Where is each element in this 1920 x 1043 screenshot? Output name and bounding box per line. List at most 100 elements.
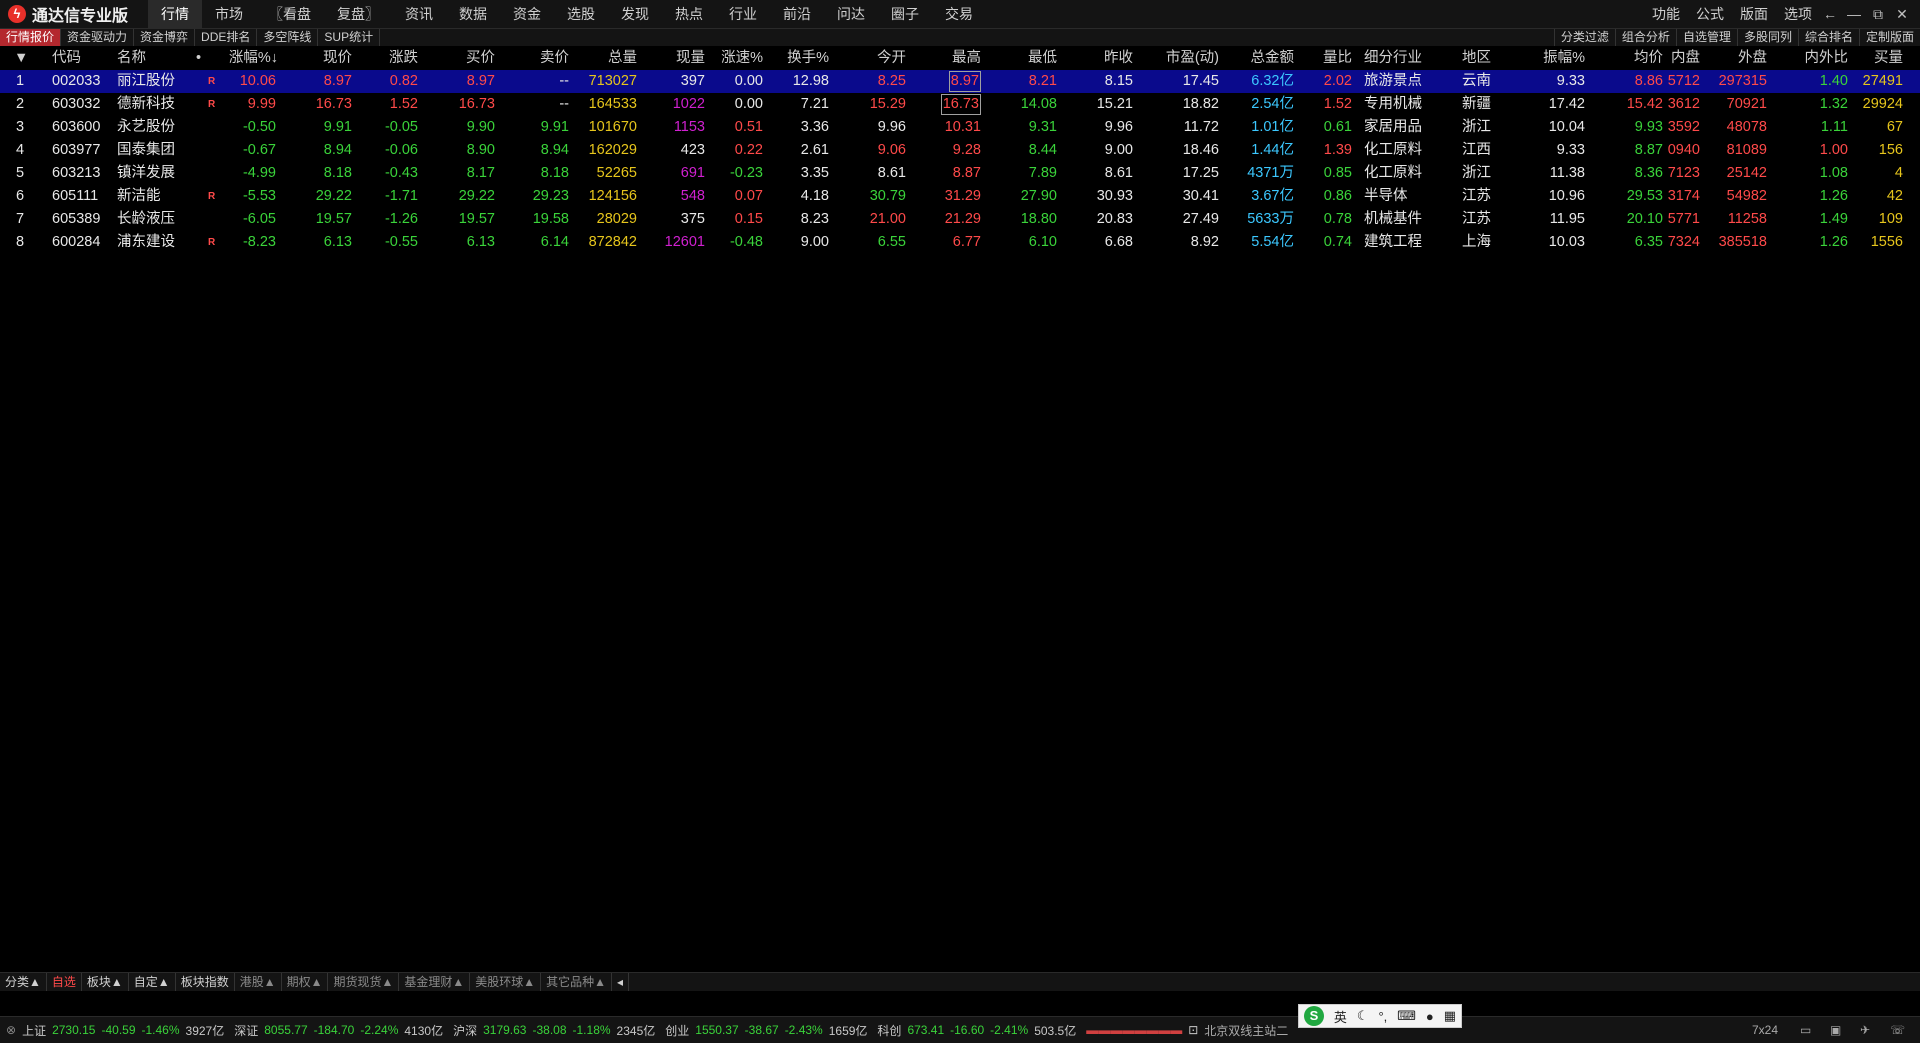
menu-item-1[interactable]: 市场 — [202, 0, 256, 28]
bottom-tab-6[interactable]: 期权▲ — [282, 973, 329, 991]
header-col-23[interactable]: 内盘 — [1671, 47, 1700, 70]
bottom-tab-0[interactable]: 分类▲ — [0, 973, 47, 991]
menu-item-12[interactable]: 问达 — [824, 0, 878, 28]
table-row[interactable]: 1 002033 丽江股份 R 10.06 8.97 0.82 8.97 -- 713027 397… — [0, 70, 1920, 93]
tab-scroll-left-icon[interactable]: ◂ — [612, 973, 630, 991]
menu-item-5[interactable]: 数据 — [446, 0, 500, 28]
subtab-right-1[interactable]: 组合分析 — [1614, 29, 1676, 46]
bottom-tab-8[interactable]: 基金理财▲ — [399, 973, 471, 991]
index-label-2[interactable]: 沪深 — [453, 1022, 477, 1039]
subtab-left-5[interactable]: SUP统计 — [318, 29, 381, 46]
header-col-21[interactable]: 振幅% — [1543, 47, 1585, 70]
header-col-6[interactable]: 买价 — [466, 47, 495, 70]
header-col-25[interactable]: 内外比 — [1805, 47, 1849, 70]
table-row[interactable]: 6 605111 新洁能 R -5.53 29.22 -1.71 29.22 29.23 1241… — [0, 185, 1920, 208]
header-col-5[interactable]: 涨跌 — [389, 47, 418, 70]
header-col-22[interactable]: 均价 — [1634, 47, 1663, 70]
ime-toolbar[interactable]: S 英 ☾ °, ⌨ ● ▦ — [1298, 1004, 1462, 1028]
bottom-tab-2[interactable]: 板块▲ — [82, 973, 129, 991]
table-row[interactable]: 2 603032 德新科技 R 9.99 16.73 1.52 16.73 -- 164533 10… — [0, 93, 1920, 116]
menu-item-13[interactable]: 圈子 — [878, 0, 932, 28]
keyboard-icon[interactable]: ⌨ — [1397, 1008, 1416, 1024]
header-col-26[interactable]: 买量 — [1874, 47, 1903, 70]
header-col-24[interactable]: 外盘 — [1738, 47, 1767, 70]
server-icon[interactable]: ⊡ — [1188, 1023, 1198, 1037]
right-menu-item-0[interactable]: 功能 — [1644, 0, 1688, 28]
right-menu-item-2[interactable]: 版面 — [1732, 0, 1776, 28]
header-col-15[interactable]: 昨收 — [1104, 47, 1133, 70]
header-col-19[interactable]: 细分行业 — [1364, 47, 1422, 70]
phone-icon[interactable]: ☏ — [1890, 1023, 1905, 1037]
subtab-left-4[interactable]: 多空阵线 — [257, 29, 319, 46]
bottom-tab-9[interactable]: 美股环球▲ — [470, 973, 542, 991]
menu-item-14[interactable]: 交易 — [932, 0, 986, 28]
header-col-8[interactable]: 总量 — [608, 47, 637, 70]
header-col-12[interactable]: 今开 — [877, 47, 906, 70]
minimize-icon[interactable]: — — [1842, 0, 1866, 28]
table-row[interactable]: 7 605389 长龄液压 -6.05 19.57 -1.26 19.57 19.58 2802… — [0, 208, 1920, 231]
subtab-right-4[interactable]: 综合排名 — [1797, 29, 1859, 46]
index-label-1[interactable]: 深证 — [234, 1022, 258, 1039]
bottom-tab-10[interactable]: 其它品种▲ — [541, 973, 613, 991]
header-col-2[interactable]: • — [196, 47, 201, 70]
header-col-11[interactable]: 换手% — [787, 47, 829, 70]
subtab-left-1[interactable]: 资金驱动力 — [61, 29, 135, 46]
index-label-0[interactable]: 上证 — [22, 1022, 46, 1039]
punct-icon[interactable]: °, — [1378, 1009, 1387, 1024]
right-menu-item-1[interactable]: 公式 — [1688, 0, 1732, 28]
table-row[interactable]: 4 603977 国泰集团 -0.67 8.94 -0.06 8.90 8.94 162029 4… — [0, 139, 1920, 162]
server-name[interactable]: 北京双线主站二 — [1204, 1022, 1288, 1039]
index-label-4[interactable]: 科创 — [877, 1022, 901, 1039]
table-row[interactable]: 5 603213 镇洋发展 -4.99 8.18 -0.43 8.17 8.18 52265 69… — [0, 162, 1920, 185]
close-icon[interactable]: ✕ — [1890, 0, 1914, 28]
sort-menu-icon[interactable]: ▼ — [14, 47, 28, 70]
back-icon[interactable]: ← — [1818, 0, 1842, 28]
header-col-7[interactable]: 卖价 — [540, 47, 569, 70]
header-col-1[interactable]: 名称 — [117, 47, 146, 70]
message-icon[interactable]: ▭ — [1800, 1023, 1811, 1037]
moon-icon[interactable]: ☾ — [1357, 1008, 1369, 1024]
bottom-tab-7[interactable]: 期货现货▲ — [328, 973, 400, 991]
header-col-17[interactable]: 总金额 — [1251, 47, 1295, 70]
table-row[interactable]: 3 603600 永艺股份 -0.50 9.91 -0.05 9.90 9.91 101670 1… — [0, 116, 1920, 139]
header-col-4[interactable]: 现价 — [323, 47, 352, 70]
menu-item-2[interactable]: 〖看盘 — [256, 0, 324, 28]
settings-icon[interactable]: ⊗ — [6, 1023, 16, 1037]
subtab-left-0[interactable]: 行情报价 — [0, 29, 62, 46]
header-col-18[interactable]: 量比 — [1323, 47, 1352, 70]
menu-item-7[interactable]: 选股 — [554, 0, 608, 28]
menu-item-11[interactable]: 前沿 — [770, 0, 824, 28]
menu-item-6[interactable]: 资金 — [500, 0, 554, 28]
header-col-9[interactable]: 现量 — [676, 47, 705, 70]
mode-24h[interactable]: 7x24 — [1752, 1023, 1778, 1037]
header-col-16[interactable]: 市盈(动) — [1166, 47, 1219, 70]
header-col-0[interactable]: 代码 — [52, 47, 81, 70]
grid-icon[interactable]: ▦ — [1444, 1008, 1456, 1024]
bottom-tab-1[interactable]: 自选 — [47, 973, 82, 991]
index-label-3[interactable]: 创业 — [665, 1022, 689, 1039]
subtab-right-2[interactable]: 自选管理 — [1675, 29, 1737, 46]
subtab-left-3[interactable]: DDE排名 — [195, 29, 258, 46]
table-row[interactable]: 8 600284 浦东建设 R -8.23 6.13 -0.55 6.13 6.14 872842… — [0, 231, 1920, 254]
bottom-tab-5[interactable]: 港股▲ — [235, 973, 282, 991]
menu-item-8[interactable]: 发现 — [608, 0, 662, 28]
menu-item-4[interactable]: 资讯 — [392, 0, 446, 28]
header-col-14[interactable]: 最低 — [1028, 47, 1057, 70]
subtab-right-3[interactable]: 多股同列 — [1736, 29, 1798, 46]
subtab-left-2[interactable]: 资金博弈 — [134, 29, 196, 46]
chat-icon[interactable]: ▣ — [1830, 1023, 1841, 1037]
menu-item-10[interactable]: 行业 — [716, 0, 770, 28]
menu-item-3[interactable]: 复盘〗 — [324, 0, 392, 28]
bottom-tab-4[interactable]: 板块指数 — [176, 973, 235, 991]
subtab-right-0[interactable]: 分类过滤 — [1553, 29, 1615, 46]
user-icon[interactable]: ● — [1426, 1009, 1434, 1024]
bottom-tab-3[interactable]: 自定▲ — [129, 973, 176, 991]
right-menu-item-3[interactable]: 选项 — [1776, 0, 1820, 28]
ime-lang[interactable]: 英 — [1334, 1007, 1347, 1026]
menu-item-9[interactable]: 热点 — [662, 0, 716, 28]
header-col-13[interactable]: 最高 — [952, 47, 981, 70]
menu-item-0[interactable]: 行情 — [148, 0, 202, 28]
subtab-right-5[interactable]: 定制版面 — [1858, 29, 1920, 46]
header-col-20[interactable]: 地区 — [1462, 47, 1491, 70]
signal-icon[interactable]: ✈ — [1860, 1023, 1870, 1037]
